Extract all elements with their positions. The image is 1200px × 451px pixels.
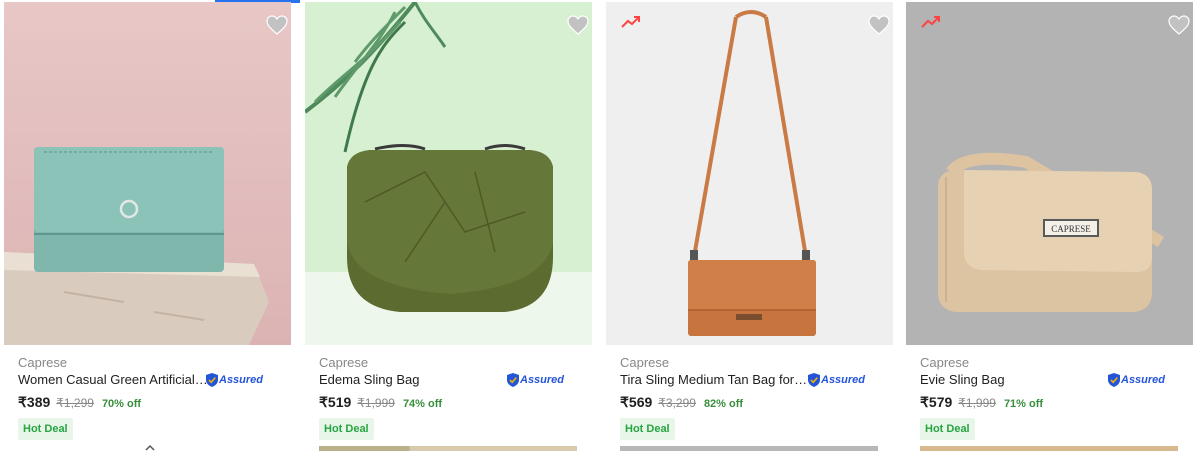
original-price: ₹1,299 (56, 396, 94, 410)
bag-logo-text: CAPRESE (1051, 224, 1091, 234)
trending-icon (621, 16, 640, 28)
wishlist-heart-icon[interactable] (1167, 13, 1191, 37)
selling-price: ₹519 (319, 394, 352, 410)
next-row-image-strip (920, 446, 1178, 451)
original-price: ₹3,299 (658, 396, 696, 410)
wishlist-heart-icon[interactable] (867, 13, 891, 37)
price-row: ₹569 ₹3,299 82% off (620, 394, 743, 411)
shield-icon (507, 373, 519, 387)
assured-label: Assured (821, 374, 866, 386)
hot-deal-badge: Hot Deal (920, 418, 975, 440)
discount-label: 74% off (402, 398, 443, 410)
shield-icon (206, 373, 218, 387)
assured-label: Assured (219, 374, 264, 386)
next-row-image-strip (620, 446, 878, 451)
discount-label: 82% off (703, 398, 744, 410)
price-row: ₹579 ₹1,999 71% off (920, 394, 1043, 411)
product-card[interactable]: CAPRESE Caprese Evie Sling Bag Assured ₹… (902, 0, 1200, 451)
discount-label: 70% off (101, 398, 142, 410)
product-image[interactable] (4, 2, 291, 345)
selling-price: ₹569 (620, 394, 653, 410)
original-price: ₹1,999 (958, 396, 996, 410)
assured-badge: Assured (808, 372, 865, 388)
shield-icon (808, 373, 820, 387)
assured-badge: Assured (507, 372, 564, 388)
shield-icon (1108, 373, 1120, 387)
product-title[interactable]: Edema Sling Bag (319, 372, 509, 387)
hot-deal-badge: Hot Deal (620, 418, 675, 440)
product-card[interactable]: Caprese Tira Sling Medium Tan Bag for W.… (602, 0, 902, 451)
product-brand: Caprese (920, 355, 970, 370)
assured-badge: Assured (206, 372, 263, 388)
wishlist-heart-icon[interactable] (566, 13, 590, 37)
product-title[interactable]: Women Casual Green Artificial L... (18, 372, 208, 387)
product-image[interactable] (606, 2, 893, 345)
trending-icon (921, 16, 940, 28)
product-title[interactable]: Evie Sling Bag (920, 372, 1110, 387)
product-title[interactable]: Tira Sling Medium Tan Bag for W... (620, 372, 810, 387)
hot-deal-badge: Hot Deal (18, 418, 73, 440)
product-image[interactable]: CAPRESE (906, 2, 1193, 345)
assured-label: Assured (520, 374, 565, 386)
product-grid: Caprese Women Casual Green Artificial L.… (0, 0, 1200, 451)
selling-price: ₹389 (18, 394, 51, 410)
product-brand: Caprese (319, 355, 369, 370)
product-brand: Caprese (620, 355, 670, 370)
assured-label: Assured (1121, 374, 1166, 386)
wishlist-heart-icon[interactable] (265, 13, 289, 37)
product-card[interactable]: Caprese Women Casual Green Artificial L.… (0, 0, 300, 451)
assured-badge: Assured (1108, 372, 1165, 388)
price-row: ₹519 ₹1,999 74% off (319, 394, 442, 411)
product-image[interactable] (305, 2, 592, 345)
product-card[interactable]: Caprese Edema Sling Bag Assured ₹519 ₹1,… (301, 0, 601, 451)
selling-price: ₹579 (920, 394, 953, 410)
chevron-up-icon (145, 444, 155, 451)
hot-deal-badge: Hot Deal (319, 418, 374, 440)
next-row-image-strip (319, 446, 577, 451)
original-price: ₹1,999 (357, 396, 395, 410)
price-row: ₹389 ₹1,299 70% off (18, 394, 141, 411)
product-brand: Caprese (18, 355, 68, 370)
discount-label: 71% off (1003, 398, 1044, 410)
